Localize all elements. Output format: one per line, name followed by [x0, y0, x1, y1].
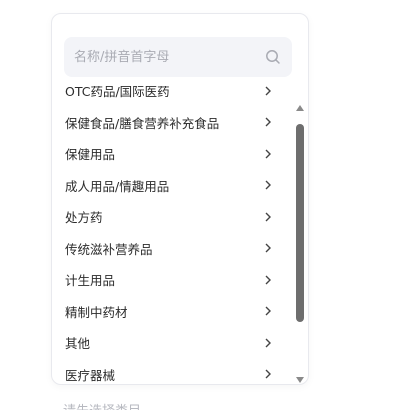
- category-item-other[interactable]: 其他: [52, 327, 292, 359]
- category-list: OTC药品/国际医药 保健食品/膳食营养补充食品 保健用品 成人用品/情趣用品 …: [52, 86, 292, 384]
- category-item-health-food[interactable]: 保健食品/膳食营养补充食品: [52, 107, 292, 139]
- category-item-chinese-herbs[interactable]: 精制中药材: [52, 296, 292, 328]
- chevron-right-icon: [264, 179, 274, 191]
- chevron-right-icon: [264, 211, 274, 223]
- category-list-content: OTC药品/国际医药 保健食品/膳食营养补充食品 保健用品 成人用品/情趣用品 …: [52, 86, 292, 384]
- select-category-hint: 请先选择类目: [63, 400, 141, 410]
- category-item-prescription[interactable]: 处方药: [52, 201, 292, 233]
- category-item-family-planning[interactable]: 计生用品: [52, 264, 292, 296]
- chevron-right-icon: [264, 86, 274, 97]
- chevron-right-icon: [264, 305, 274, 317]
- category-item-label: 医疗器械: [65, 367, 116, 383]
- scroll-down-arrow-icon[interactable]: [295, 370, 305, 383]
- category-item-label: 保健食品/膳食营养补充食品: [65, 115, 220, 131]
- category-dropdown-panel: OTC药品/国际医药 保健食品/膳食营养补充食品 保健用品 成人用品/情趣用品 …: [51, 13, 309, 385]
- category-item-label: 其他: [65, 336, 91, 352]
- category-item-label: 处方药: [65, 210, 103, 226]
- category-item-label: OTC药品/国际医药: [65, 86, 170, 100]
- category-item-adult-products[interactable]: 成人用品/情趣用品: [52, 170, 292, 202]
- chevron-right-icon: [264, 148, 274, 160]
- category-item-label: 计生用品: [65, 273, 116, 289]
- search-icon[interactable]: [262, 46, 284, 68]
- category-item-traditional-tonic[interactable]: 传统滋补营养品: [52, 233, 292, 265]
- chevron-right-icon: [264, 337, 274, 349]
- chevron-right-icon: [264, 242, 274, 254]
- category-item-medical-devices[interactable]: 医疗器械: [52, 359, 292, 385]
- category-item-label: 传统滋补营养品: [65, 241, 153, 257]
- chevron-right-icon: [264, 274, 274, 286]
- search-input[interactable]: [64, 36, 262, 78]
- category-item-otc[interactable]: OTC药品/国际医药: [52, 86, 292, 107]
- scrollbar[interactable]: [294, 98, 306, 383]
- category-item-label: 精制中药材: [65, 304, 128, 320]
- chevron-right-icon: [264, 116, 274, 128]
- category-item-health-products[interactable]: 保健用品: [52, 138, 292, 170]
- scroll-up-arrow-icon[interactable]: [295, 98, 305, 111]
- chevron-right-icon: [264, 368, 274, 380]
- search-box[interactable]: [64, 36, 292, 78]
- scrollbar-thumb[interactable]: [296, 124, 304, 322]
- category-item-label: 保健用品: [65, 147, 116, 163]
- category-selector-page: OTC药品/国际医药 保健食品/膳食营养补充食品 保健用品 成人用品/情趣用品 …: [0, 0, 412, 410]
- category-item-label: 成人用品/情趣用品: [65, 178, 170, 194]
